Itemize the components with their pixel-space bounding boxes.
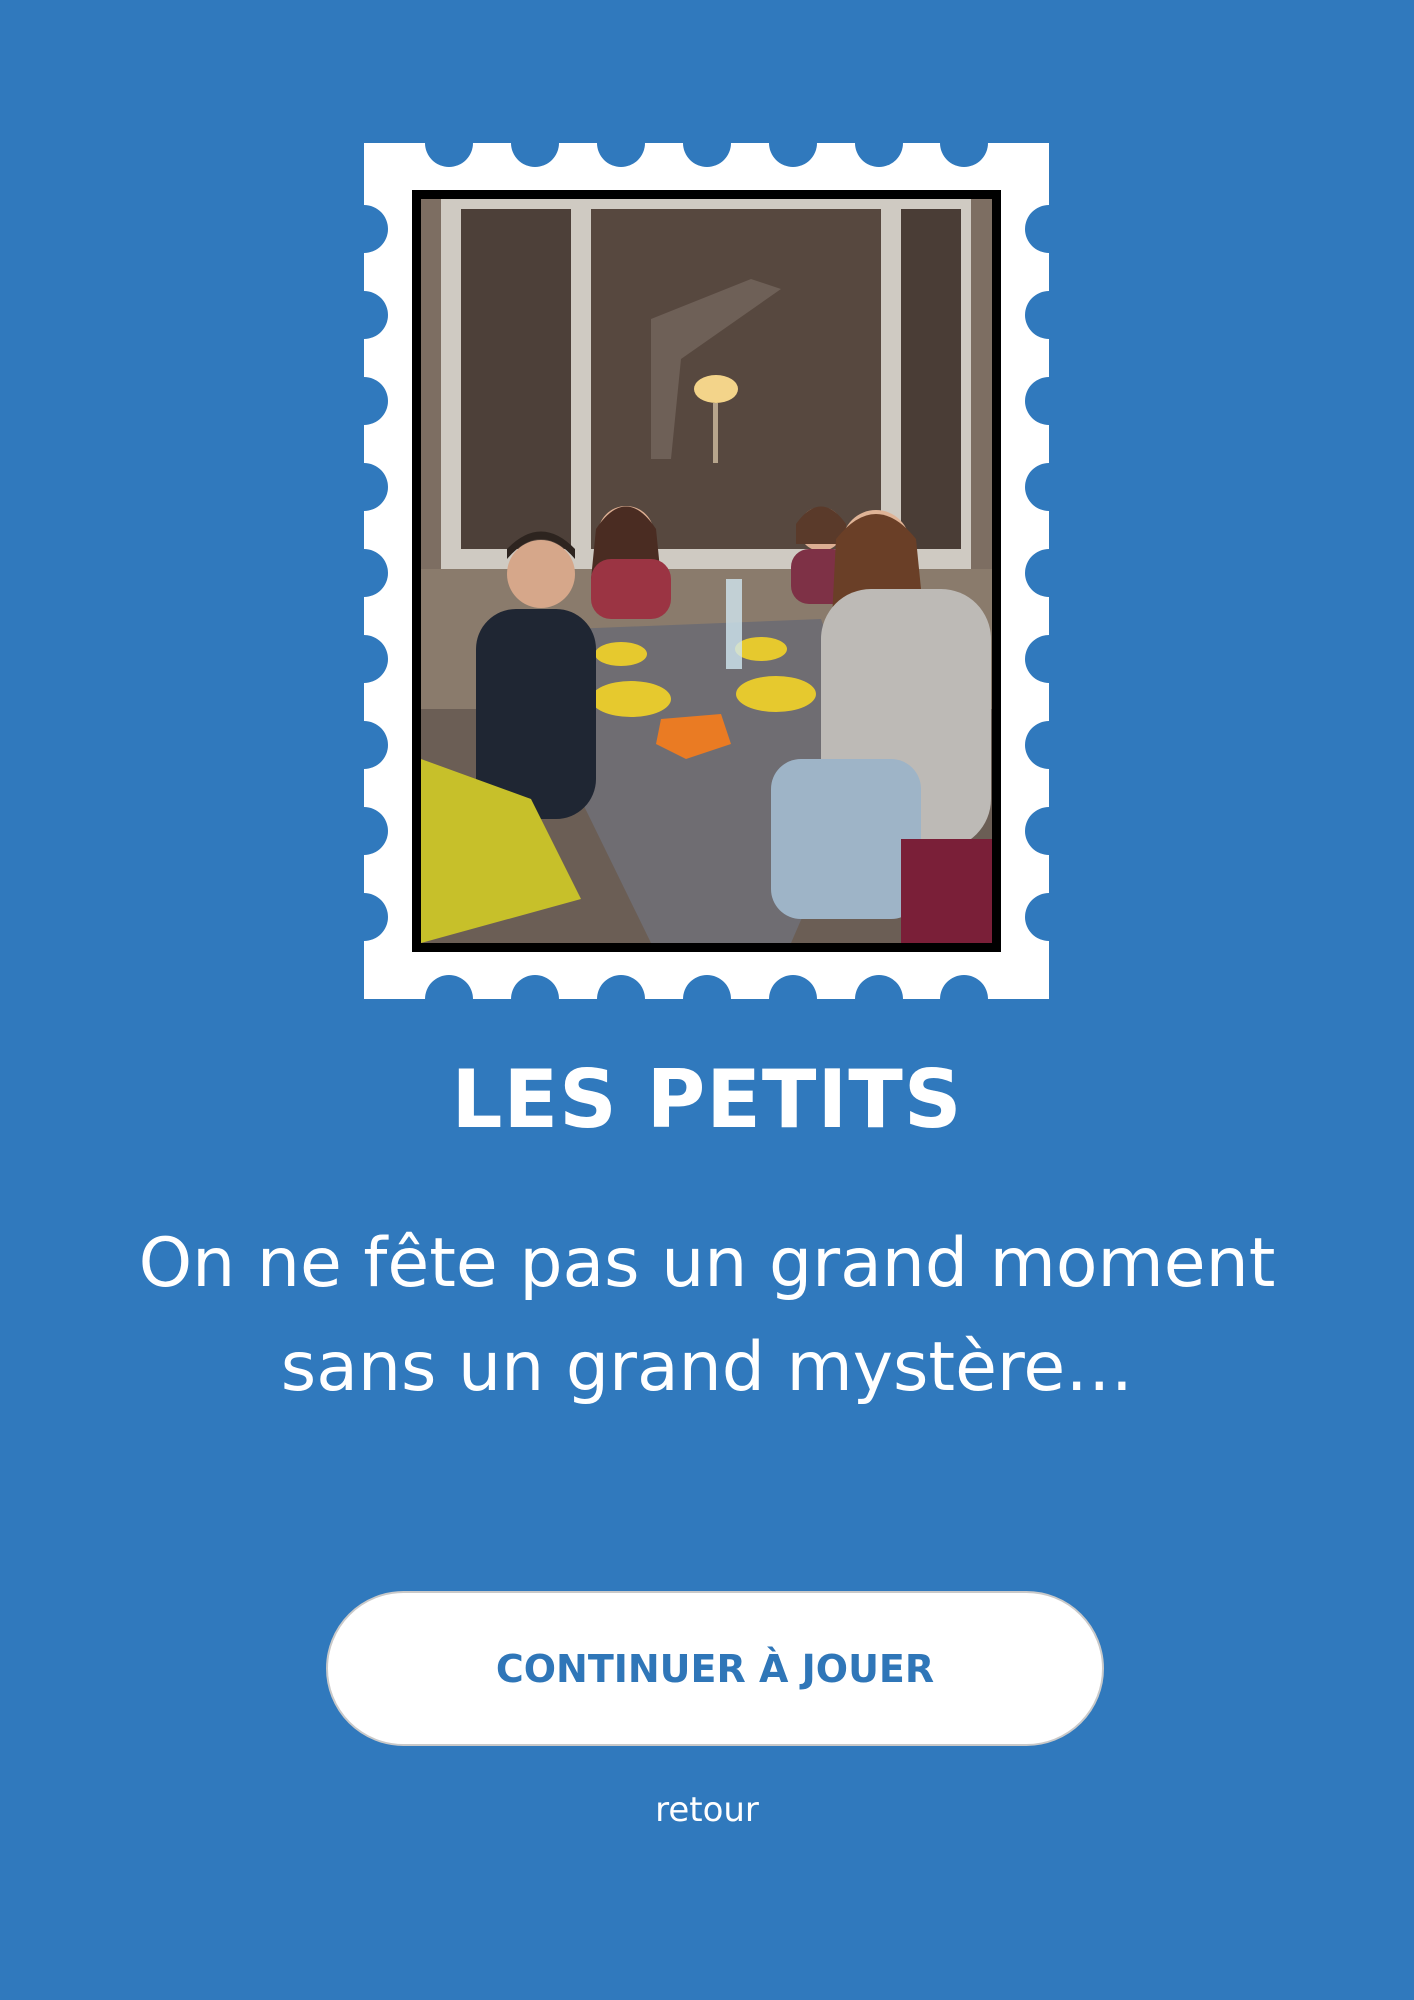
continue-button-label: CONTINUER À JOUER: [495, 1646, 935, 1691]
page-title: LES PETITS: [451, 1053, 963, 1146]
subtitle-line-1: On ne fête pas un grand moment: [138, 1224, 1276, 1303]
back-link[interactable]: retour: [0, 1788, 1414, 1832]
page-subtitle: On ne fête pas un grand moment sans un g…: [100, 1212, 1314, 1420]
family-dinner-photo-icon: [421, 199, 992, 943]
stamp-photo: [412, 190, 1001, 952]
continue-button[interactable]: CONTINUER À JOUER: [326, 1591, 1104, 1746]
postage-stamp-frame: [364, 143, 1049, 999]
subtitle-line-2: sans un grand mystère…: [280, 1328, 1134, 1407]
